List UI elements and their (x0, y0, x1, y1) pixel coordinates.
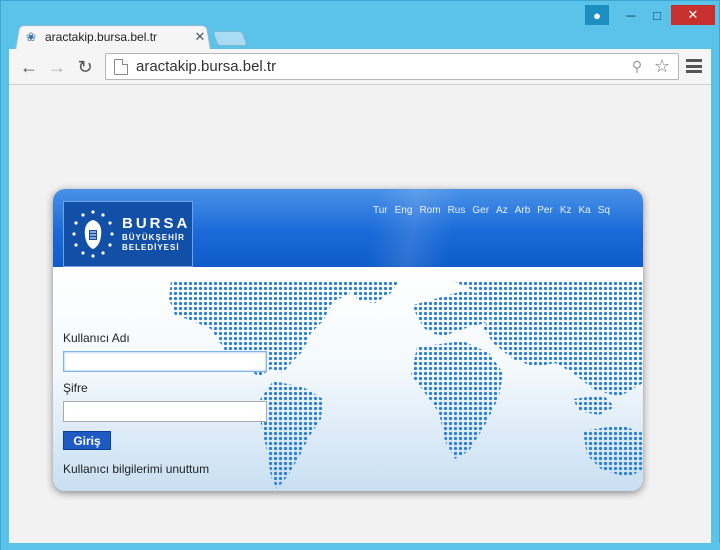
lang-tur[interactable]: Tur (373, 205, 388, 216)
logo-line2: BELEDİYESİ (122, 243, 180, 252)
logo-main-text: BURSA (122, 215, 191, 232)
key-icon[interactable]: ⚲ (628, 58, 646, 75)
lang-az[interactable]: Az (496, 205, 508, 216)
window-bottom-border (1, 543, 720, 550)
password-input[interactable] (63, 401, 267, 422)
browser-window: ● ─ □ ✕ ❀ aractakip.bursa.bel.tr ✕ ← → ↻… (0, 0, 720, 550)
favicon-icon: ❀ (25, 30, 37, 44)
tab-title: aractakip.bursa.bel.tr (45, 30, 158, 44)
bursa-logo: BURSA BÜYÜKŞEHİR BELEDİYESİ (63, 201, 193, 267)
logo-line1: BÜYÜKŞEHİR (122, 233, 185, 242)
username-label: Kullanıcı Adı (63, 331, 130, 345)
lang-per[interactable]: Per (537, 205, 553, 216)
password-label: Şifre (63, 381, 88, 395)
forgot-credentials-link[interactable]: Kullanıcı bilgilerimi unuttum (63, 462, 209, 476)
browser-toolbar: ← → ↻ aractakip.bursa.bel.tr ⚲ ☆ (9, 49, 711, 85)
lang-ger[interactable]: Ger (472, 205, 489, 216)
panel-header: BURSA BÜYÜKŞEHİR BELEDİYESİ Tur Eng Rom … (53, 189, 643, 267)
world-map-background (169, 281, 643, 489)
maximize-button[interactable]: □ (645, 5, 669, 25)
user-icon[interactable]: ● (585, 5, 609, 25)
login-button[interactable]: Giriş (63, 431, 111, 450)
lang-eng[interactable]: Eng (395, 205, 413, 216)
page-viewport: BURSA BÜYÜKŞEHİR BELEDİYESİ Tur Eng Rom … (9, 85, 711, 543)
lang-kz[interactable]: Kz (560, 205, 572, 216)
logo-text: BURSA BÜYÜKŞEHİR BELEDİYESİ (122, 216, 190, 252)
lang-arb[interactable]: Arb (515, 205, 531, 216)
back-arrow-icon[interactable]: ← (17, 55, 41, 79)
hamburger-menu-icon[interactable] (685, 57, 703, 75)
username-input[interactable] (63, 351, 267, 372)
address-bar[interactable]: aractakip.bursa.bel.tr ⚲ ☆ (105, 53, 679, 80)
forward-arrow-icon[interactable]: → (45, 55, 69, 79)
new-tab-button[interactable] (212, 31, 248, 46)
url-text[interactable]: aractakip.bursa.bel.tr (136, 58, 628, 75)
reload-icon[interactable]: ↻ (73, 55, 97, 79)
lang-rom[interactable]: Rom (419, 205, 440, 216)
lang-ka[interactable]: Ka (579, 205, 591, 216)
lang-rus[interactable]: Rus (448, 205, 466, 216)
tab-content[interactable]: ❀ aractakip.bursa.bel.tr ✕ (23, 27, 207, 47)
minimize-button[interactable]: ─ (619, 5, 643, 25)
star-icon[interactable]: ☆ (652, 56, 672, 77)
lang-sq[interactable]: Sq (598, 205, 610, 216)
close-tab-icon[interactable]: ✕ (193, 29, 207, 45)
language-selector: Tur Eng Rom Rus Ger Az Arb Per Kz Ka Sq (373, 205, 610, 216)
login-panel: BURSA BÜYÜKŞEHİR BELEDİYESİ Tur Eng Rom … (53, 189, 643, 491)
page-icon (114, 58, 128, 75)
close-window-button[interactable]: ✕ (671, 5, 715, 25)
emblem-icon (72, 210, 114, 258)
